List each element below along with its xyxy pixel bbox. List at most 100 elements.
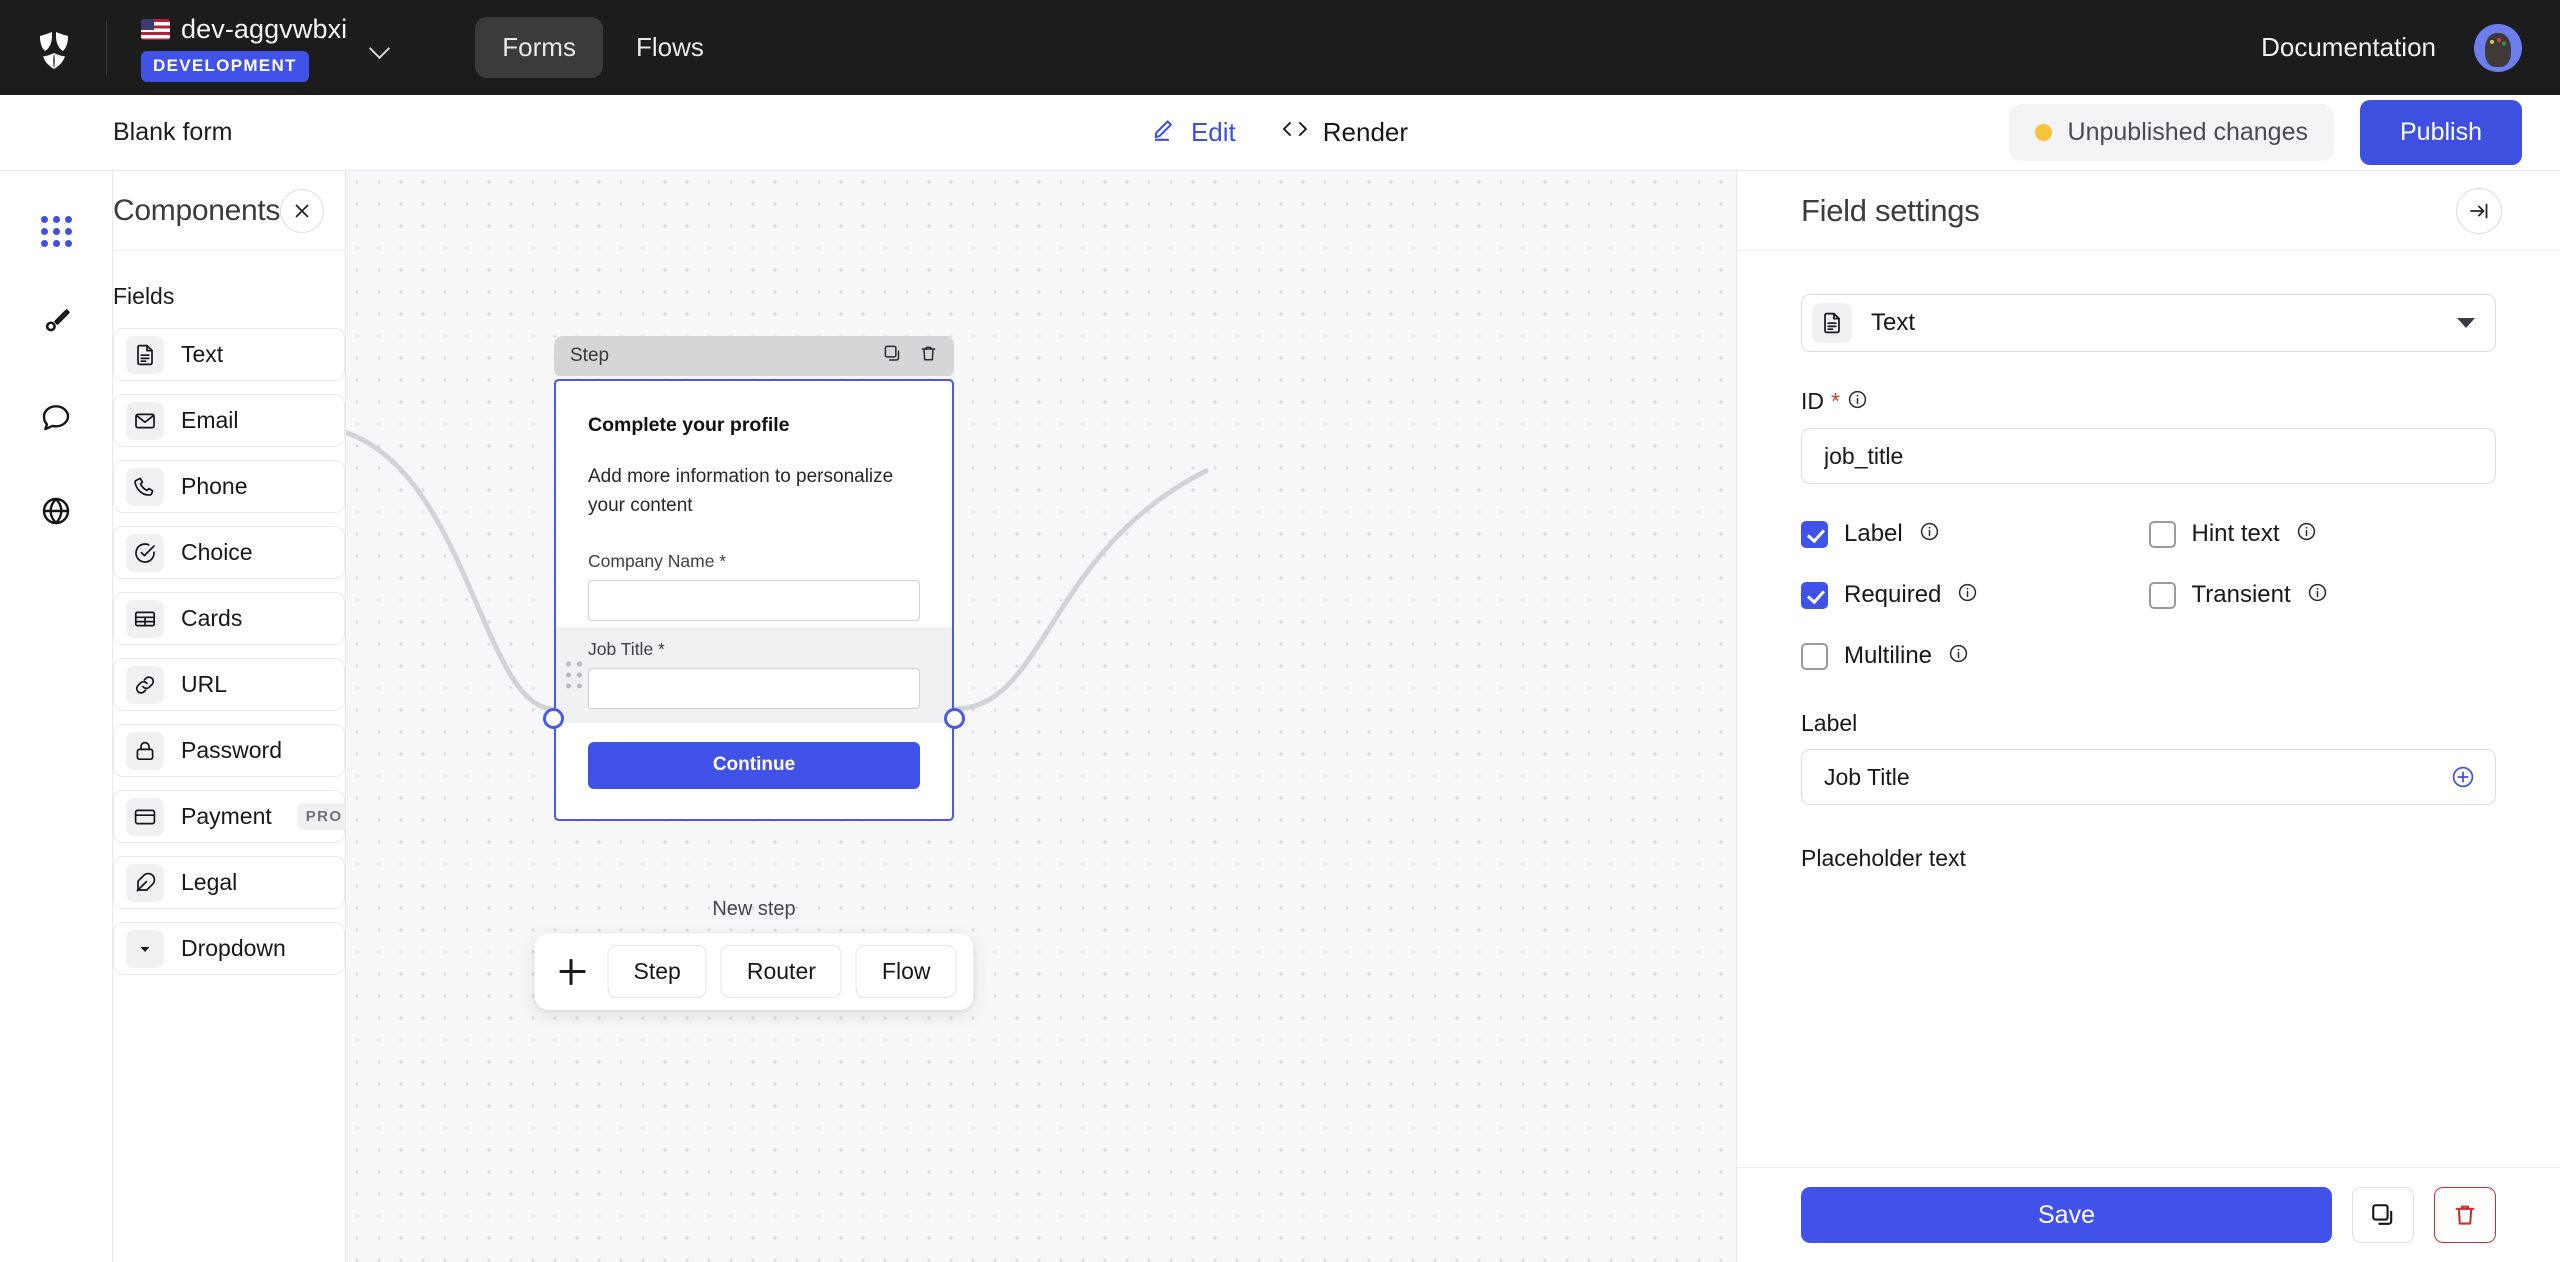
- component-item-payment[interactable]: Payment PRO: [113, 790, 345, 843]
- label-field-input[interactable]: [1801, 749, 2496, 805]
- collapse-right-icon[interactable]: [2456, 187, 2502, 234]
- tab-flows[interactable]: Flows: [609, 17, 731, 78]
- component-item-url[interactable]: URL: [113, 658, 345, 711]
- plus-circle-icon[interactable]: [2450, 764, 2476, 790]
- checkbox-box[interactable]: [2148, 520, 2176, 548]
- field-type-select[interactable]: Text: [1801, 294, 2496, 352]
- component-item-choice[interactable]: Choice: [113, 526, 345, 579]
- drag-handle-icon[interactable]: [566, 661, 582, 689]
- id-field-input[interactable]: [1801, 428, 2496, 484]
- component-item-cards[interactable]: Cards: [113, 592, 345, 645]
- rail-item-theme[interactable]: [32, 301, 80, 349]
- info-icon[interactable]: [1957, 582, 1978, 608]
- field-type-value: Text: [1871, 309, 1916, 336]
- info-icon[interactable]: [1919, 521, 1940, 547]
- checkbox-transient[interactable]: Transient: [2148, 581, 2497, 609]
- flow-canvas[interactable]: Step Complete your profile Add more info…: [346, 171, 1736, 1262]
- shield-logo-icon[interactable]: [26, 20, 82, 76]
- chevron-down-icon[interactable]: [369, 37, 391, 59]
- tab-render[interactable]: Render: [1280, 117, 1408, 148]
- status-badge: Unpublished changes: [2008, 104, 2334, 161]
- tab-forms[interactable]: Forms: [475, 17, 603, 78]
- id-field-label: ID: [1801, 388, 1824, 414]
- close-icon[interactable]: [280, 188, 325, 233]
- avatar[interactable]: [2474, 23, 2522, 72]
- checkbox-hint-text[interactable]: Hint text: [2148, 520, 2497, 548]
- step-node-header[interactable]: Step: [554, 336, 954, 376]
- connector-handle-left[interactable]: [543, 708, 564, 729]
- rail-item-messages[interactable]: [32, 395, 80, 443]
- checkbox-required[interactable]: Required: [1801, 581, 2149, 609]
- top-navigation-bar: dev-aggvwbxi DEVELOPMENT Forms Flows Doc…: [0, 0, 2560, 95]
- form-toolbar: Blank form Edit Render Unpublished chang…: [0, 95, 2560, 171]
- canvas-field-input[interactable]: [588, 579, 920, 621]
- info-icon[interactable]: [1948, 643, 1969, 669]
- duplicate-icon[interactable]: [883, 344, 902, 368]
- info-icon[interactable]: [2296, 521, 2317, 547]
- project-name: dev-aggvwbxi: [181, 13, 348, 44]
- checkbox-box[interactable]: [2148, 581, 2176, 609]
- component-item-password[interactable]: Password: [113, 724, 345, 777]
- connector-handle-right[interactable]: [944, 708, 965, 729]
- tab-render-label: Render: [1322, 117, 1409, 147]
- project-selector[interactable]: dev-aggvwbxi DEVELOPMENT: [141, 14, 391, 82]
- field-settings-panel: Field settings Text ID * job_title Label…: [1736, 171, 2560, 1262]
- canvas-field-input[interactable]: [588, 667, 920, 709]
- components-field-list: Text Email Phone Choice Cards URL Password Paym…: [113, 328, 345, 975]
- component-item-legal[interactable]: Legal: [113, 856, 345, 909]
- info-icon[interactable]: [1847, 389, 1868, 415]
- envelope-icon: [126, 401, 164, 440]
- add-flow-button[interactable]: Flow: [855, 945, 957, 998]
- required-asterisk: *: [1831, 388, 1840, 414]
- component-item-phone[interactable]: Phone: [113, 460, 345, 513]
- field-settings-title: Field settings: [1801, 192, 1980, 228]
- components-panel: Components Fields Text Email Phone Choice Ca…: [113, 171, 346, 1262]
- field-settings-footer: Save: [1737, 1167, 2560, 1262]
- feather-icon: [126, 863, 164, 902]
- apps-grid-icon: [40, 215, 72, 247]
- label-field-group: Label: [1801, 710, 2496, 805]
- component-item-label: Password: [181, 737, 282, 763]
- add-router-button[interactable]: Router: [720, 945, 842, 998]
- checkbox-box[interactable]: [1801, 581, 1828, 609]
- form-description: Add more information to personalize your…: [588, 466, 894, 517]
- publish-button[interactable]: Publish: [2360, 100, 2522, 165]
- trash-icon[interactable]: [919, 344, 938, 368]
- checkbox-multiline[interactable]: Multiline: [1801, 642, 2149, 670]
- checkbox-label[interactable]: Label: [1801, 520, 2149, 548]
- info-icon[interactable]: [2307, 582, 2328, 608]
- component-item-text[interactable]: Text: [113, 328, 345, 381]
- globe-icon: [40, 495, 72, 532]
- new-step-label: New step: [712, 898, 796, 920]
- canvas-field-company-name[interactable]: Company Name *: [588, 551, 920, 621]
- save-button[interactable]: Save: [1801, 1187, 2332, 1243]
- checkbox-box[interactable]: [1801, 642, 1828, 670]
- component-item-dropdown[interactable]: Dropdown: [113, 922, 345, 975]
- table-grid-icon: [126, 599, 164, 638]
- delete-field-button[interactable]: [2434, 1187, 2496, 1243]
- continue-button[interactable]: Continue: [588, 741, 920, 789]
- documentation-link[interactable]: Documentation: [2261, 32, 2436, 63]
- checkbox-box[interactable]: [1801, 520, 1828, 548]
- lock-icon: [126, 731, 164, 770]
- component-item-email[interactable]: Email: [113, 394, 345, 447]
- components-section-label: Fields: [113, 283, 175, 309]
- component-item-label: Dropdown: [181, 935, 286, 961]
- duplicate-field-button[interactable]: [2352, 1187, 2414, 1243]
- app-root: dev-aggvwbxi DEVELOPMENT Forms Flows Doc…: [0, 0, 2560, 1262]
- component-item-label: Phone: [181, 473, 248, 499]
- rail-item-domains[interactable]: [32, 489, 80, 537]
- credit-card-icon: [126, 797, 164, 836]
- component-item-label: Cards: [181, 605, 243, 631]
- plus-icon[interactable]: [558, 957, 588, 987]
- tab-edit[interactable]: Edit: [1152, 116, 1236, 149]
- rail-item-apps[interactable]: [32, 207, 80, 255]
- checkbox-label: Required: [1844, 581, 1942, 608]
- id-field-label-row: ID *: [1801, 388, 2496, 415]
- checkbox-label: Transient: [2191, 581, 2291, 608]
- add-step-button[interactable]: Step: [607, 945, 707, 998]
- step-node[interactable]: Step Complete your profile Add more info…: [534, 336, 974, 1010]
- brush-icon: [39, 306, 73, 345]
- link-icon: [126, 665, 164, 704]
- canvas-field-job-title[interactable]: Job Title *: [556, 626, 952, 723]
